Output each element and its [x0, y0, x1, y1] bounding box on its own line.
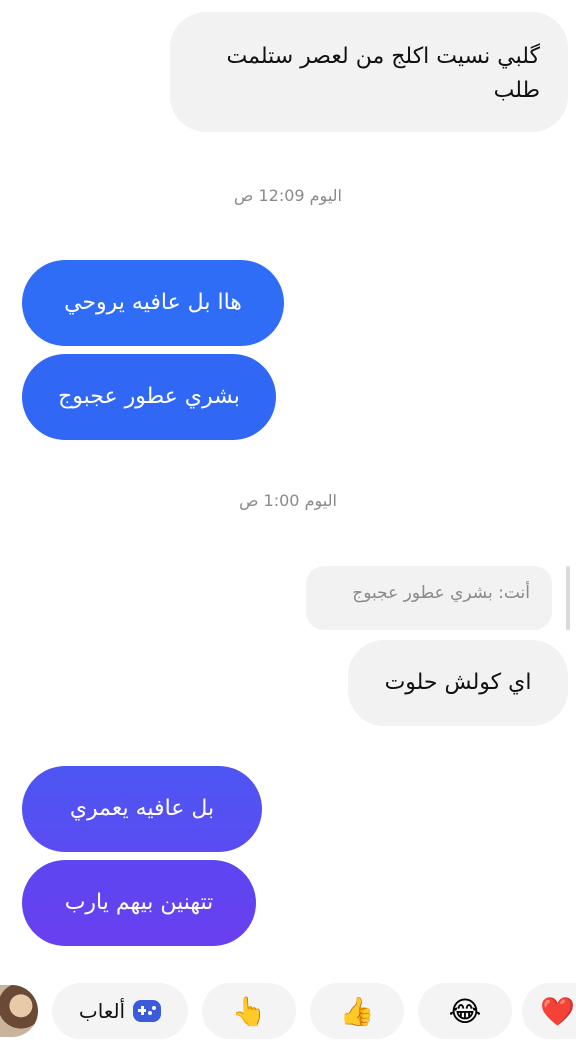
- timestamp: اليوم 12:09 ص: [234, 186, 342, 205]
- reply-indicator-bar: [566, 566, 570, 630]
- laugh-reaction[interactable]: 😂: [418, 983, 512, 1039]
- message-text: تتهنين بيهم يارب: [64, 890, 214, 915]
- reply-preview-text: أنت: بشري عطور عجبوج: [352, 583, 530, 603]
- timestamp: اليوم 1:00 ص: [239, 491, 337, 510]
- games-chip[interactable]: ألعاب: [52, 983, 188, 1039]
- sent-message[interactable]: بشري عطور عجبوج: [22, 354, 276, 440]
- message-text: بشري عطور عجبوج: [58, 384, 240, 409]
- thumbs-up-icon: 👍: [339, 994, 375, 1028]
- laugh-icon: 😂: [448, 994, 482, 1028]
- pointing-hand-reaction[interactable]: 👆: [202, 983, 296, 1039]
- sent-message[interactable]: بل عافيه يعمري: [22, 766, 262, 852]
- thumbs-up-reaction[interactable]: 👍: [310, 983, 404, 1039]
- heart-icon: ❤️: [540, 994, 575, 1028]
- received-message[interactable]: اي كولش حلوت: [348, 640, 568, 726]
- avatar[interactable]: [0, 985, 38, 1037]
- message-text: گلبي نسيت اكلج من لعصر ستلمت طلب: [226, 44, 541, 103]
- sent-message[interactable]: هاا بل عافيه يروحي: [22, 260, 284, 346]
- message-text: اي كولش حلوت: [384, 670, 532, 695]
- message-text: بل عافيه يعمري: [69, 796, 215, 821]
- heart-reaction[interactable]: ❤️: [522, 983, 576, 1039]
- message-text: هاا بل عافيه يروحي: [64, 290, 242, 315]
- gamepad-icon: [133, 1000, 162, 1022]
- sent-message[interactable]: تتهنين بيهم يارب: [22, 860, 256, 946]
- received-message[interactable]: گلبي نسيت اكلج من لعصر ستلمت طلب: [170, 12, 568, 132]
- reply-preview[interactable]: أنت: بشري عطور عجبوج: [306, 566, 552, 630]
- pointing-hand-icon: 👆: [231, 994, 267, 1028]
- games-label: ألعاب: [78, 999, 126, 1023]
